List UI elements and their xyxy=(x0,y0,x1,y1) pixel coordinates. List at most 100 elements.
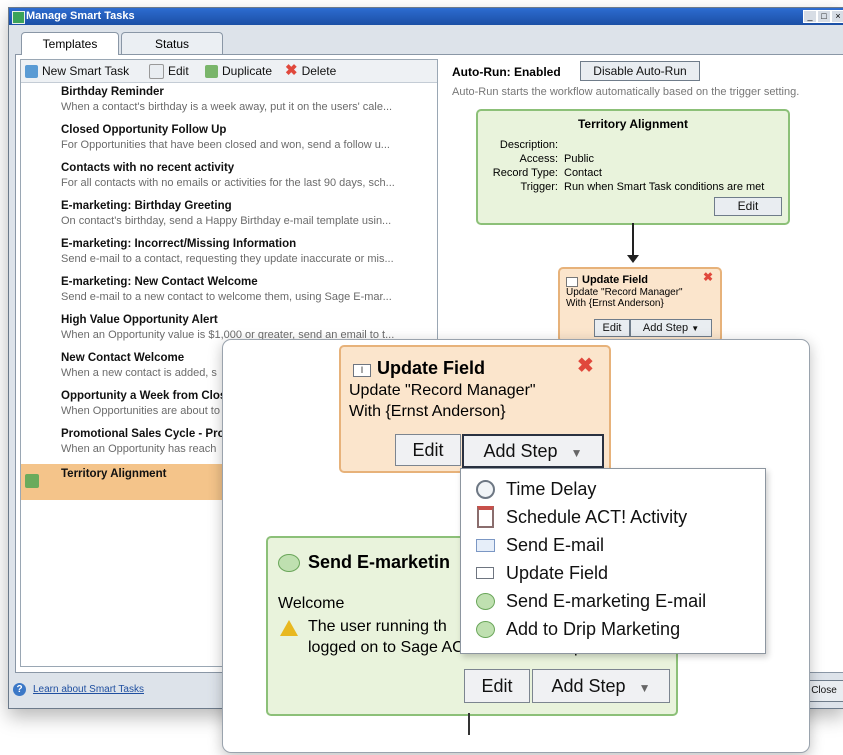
connector-line xyxy=(632,223,634,257)
delete-icon: ✖ xyxy=(285,62,298,79)
autorun-note: Auto-Run starts the workflow automatical… xyxy=(452,86,800,98)
disable-autorun-button[interactable]: Disable Auto-Run xyxy=(580,61,700,81)
delete-button[interactable]: ✖ Delete xyxy=(285,63,336,79)
text-field-icon xyxy=(475,564,495,582)
add-step-label: Add Step xyxy=(483,441,558,461)
template-row[interactable]: E-marketing: Birthday Greeting On contac… xyxy=(21,198,437,236)
access-value: Public xyxy=(564,153,594,165)
drip-marketing-icon xyxy=(475,620,495,638)
template-row[interactable]: Closed Opportunity Follow Up For Opportu… xyxy=(21,122,437,160)
new-task-icon xyxy=(25,64,38,78)
record-type-label: Record Type: xyxy=(492,167,558,179)
trigger-node-title: Territory Alignment xyxy=(577,117,688,131)
add-step-menu: Time Delay Schedule ACT! Activity Send E… xyxy=(460,468,766,654)
template-row[interactable]: E-marketing: Incorrect/Missing Informati… xyxy=(21,236,437,274)
trigger-edit-button[interactable]: Edit xyxy=(714,197,782,216)
menu-item-label: Send E-mail xyxy=(506,534,605,555)
emarketing-step-title: Send E-marketin xyxy=(308,552,451,572)
delete-label: Delete xyxy=(301,64,337,78)
description-label: Description: xyxy=(499,139,558,151)
menu-item-drip-marketing[interactable]: Add to Drip Marketing xyxy=(461,615,765,643)
menu-item-label: Schedule ACT! Activity xyxy=(506,506,688,527)
template-title: Birthday Reminder xyxy=(61,86,164,98)
text-field-icon xyxy=(566,277,578,287)
text-field-icon: I xyxy=(353,364,371,377)
update-field-step-small: Update Field ✖ Update "Record Manager" W… xyxy=(558,267,722,343)
connector-arrow xyxy=(627,255,639,263)
template-desc: For all contacts with no emails or activ… xyxy=(61,177,395,189)
tab-status[interactable]: Status xyxy=(121,32,223,55)
small-step-edit-button[interactable]: Edit xyxy=(594,319,630,337)
update-step-title: Update Field xyxy=(377,358,486,378)
help-icon: ? xyxy=(13,683,26,696)
small-step-line1: Update "Record Manager" xyxy=(566,287,683,298)
menu-item-label: Send E-marketing E-mail xyxy=(506,590,707,611)
stopwatch-icon xyxy=(475,479,495,499)
update-step-delete-icon[interactable]: ✖ xyxy=(577,353,594,378)
template-row[interactable]: E-marketing: New Contact Welcome Send e-… xyxy=(21,274,437,312)
window-title: Manage Smart Tasks xyxy=(26,10,135,22)
small-step-add-step-button[interactable]: Add Step ▼ xyxy=(630,319,712,337)
template-title: New Contact Welcome xyxy=(61,352,185,364)
chevron-down-icon: ▼ xyxy=(570,446,583,460)
zoom-callout: I Update Field ✖ Update "Record Manager"… xyxy=(222,339,810,753)
small-step-title: Update Field xyxy=(582,274,649,286)
emarketing-icon xyxy=(278,554,300,572)
template-title: E-marketing: Birthday Greeting xyxy=(61,200,232,212)
emarketing-welcome: Welcome xyxy=(278,595,345,612)
app-icon xyxy=(12,11,25,24)
maximize-button[interactable]: □ xyxy=(817,10,831,23)
update-step-edit-button[interactable]: Edit xyxy=(395,434,461,466)
duplicate-label: Duplicate xyxy=(222,64,273,78)
emarketing-add-step-button[interactable]: Add Step ▼ xyxy=(532,669,670,703)
warning-line1: The user running th xyxy=(308,618,447,635)
new-smart-task-button[interactable]: New Smart Task xyxy=(25,63,129,79)
menu-item-label: Add to Drip Marketing xyxy=(506,618,681,639)
envelope-icon xyxy=(475,536,495,554)
duplicate-button[interactable]: Duplicate xyxy=(205,63,272,79)
templates-toolbar: New Smart Task Edit Duplicate ✖ Delete xyxy=(21,60,437,83)
learn-about-smart-tasks-link[interactable]: Learn about Smart Tasks xyxy=(33,684,144,695)
emarketing-edit-button[interactable]: Edit xyxy=(464,669,530,703)
menu-item-send-email[interactable]: Send E-mail xyxy=(461,531,765,559)
connector-line xyxy=(468,713,470,735)
territory-task-icon xyxy=(25,474,39,488)
small-step-delete-icon[interactable]: ✖ xyxy=(703,270,713,284)
new-smart-task-label: New Smart Task xyxy=(42,64,130,78)
edit-button[interactable]: Edit xyxy=(149,63,189,79)
chevron-down-icon: ▼ xyxy=(638,681,651,695)
title-bar[interactable]: Manage Smart Tasks _ □ × xyxy=(9,8,843,25)
menu-item-schedule-activity[interactable]: Schedule ACT! Activity xyxy=(461,503,765,531)
access-label: Access: xyxy=(519,153,558,165)
template-title: High Value Opportunity Alert xyxy=(61,314,218,326)
edit-icon xyxy=(149,63,164,79)
trigger-label: Trigger: xyxy=(520,181,559,193)
chevron-down-icon: ▼ xyxy=(691,324,700,333)
edit-label: Edit xyxy=(168,64,189,78)
template-row[interactable]: Birthday Reminder When a contact's birth… xyxy=(21,84,437,122)
small-step-line2: With {Ernst Anderson} xyxy=(566,298,664,309)
tab-templates[interactable]: Templates xyxy=(21,32,119,55)
emarketing-icon xyxy=(475,592,495,610)
emarketing-add-step-label: Add Step xyxy=(551,676,626,696)
template-title: Opportunity a Week from Clos xyxy=(61,390,227,402)
duplicate-icon xyxy=(205,64,218,78)
menu-item-send-emarketing[interactable]: Send E-marketing E-mail xyxy=(461,587,765,615)
template-title: Promotional Sales Cycle - Pro xyxy=(61,428,225,440)
update-step-line1: Update "Record Manager" xyxy=(349,382,536,399)
template-title: Territory Alignment xyxy=(61,468,167,480)
menu-item-update-field[interactable]: Update Field xyxy=(461,559,765,587)
close-window-button[interactable]: × xyxy=(831,10,843,23)
warning-icon xyxy=(280,620,298,636)
update-step-add-step-button[interactable]: Add Step ▼ xyxy=(462,434,604,468)
menu-item-label: Time Delay xyxy=(506,478,597,499)
template-desc: Send e-mail to a contact, requesting the… xyxy=(61,253,394,265)
template-desc: When a contact's birthday is a week away… xyxy=(61,101,393,113)
minimize-button[interactable]: _ xyxy=(803,10,817,23)
template-desc: Send e-mail to a new contact to welcome … xyxy=(61,291,392,303)
template-row[interactable]: Contacts with no recent activity For all… xyxy=(21,160,437,198)
trigger-value: Run when Smart Task conditions are met xyxy=(564,181,765,193)
menu-item-time-delay[interactable]: Time Delay xyxy=(461,475,765,503)
small-add-step-label: Add Step xyxy=(642,322,689,334)
template-desc: For Opportunities that have been closed … xyxy=(61,139,390,151)
